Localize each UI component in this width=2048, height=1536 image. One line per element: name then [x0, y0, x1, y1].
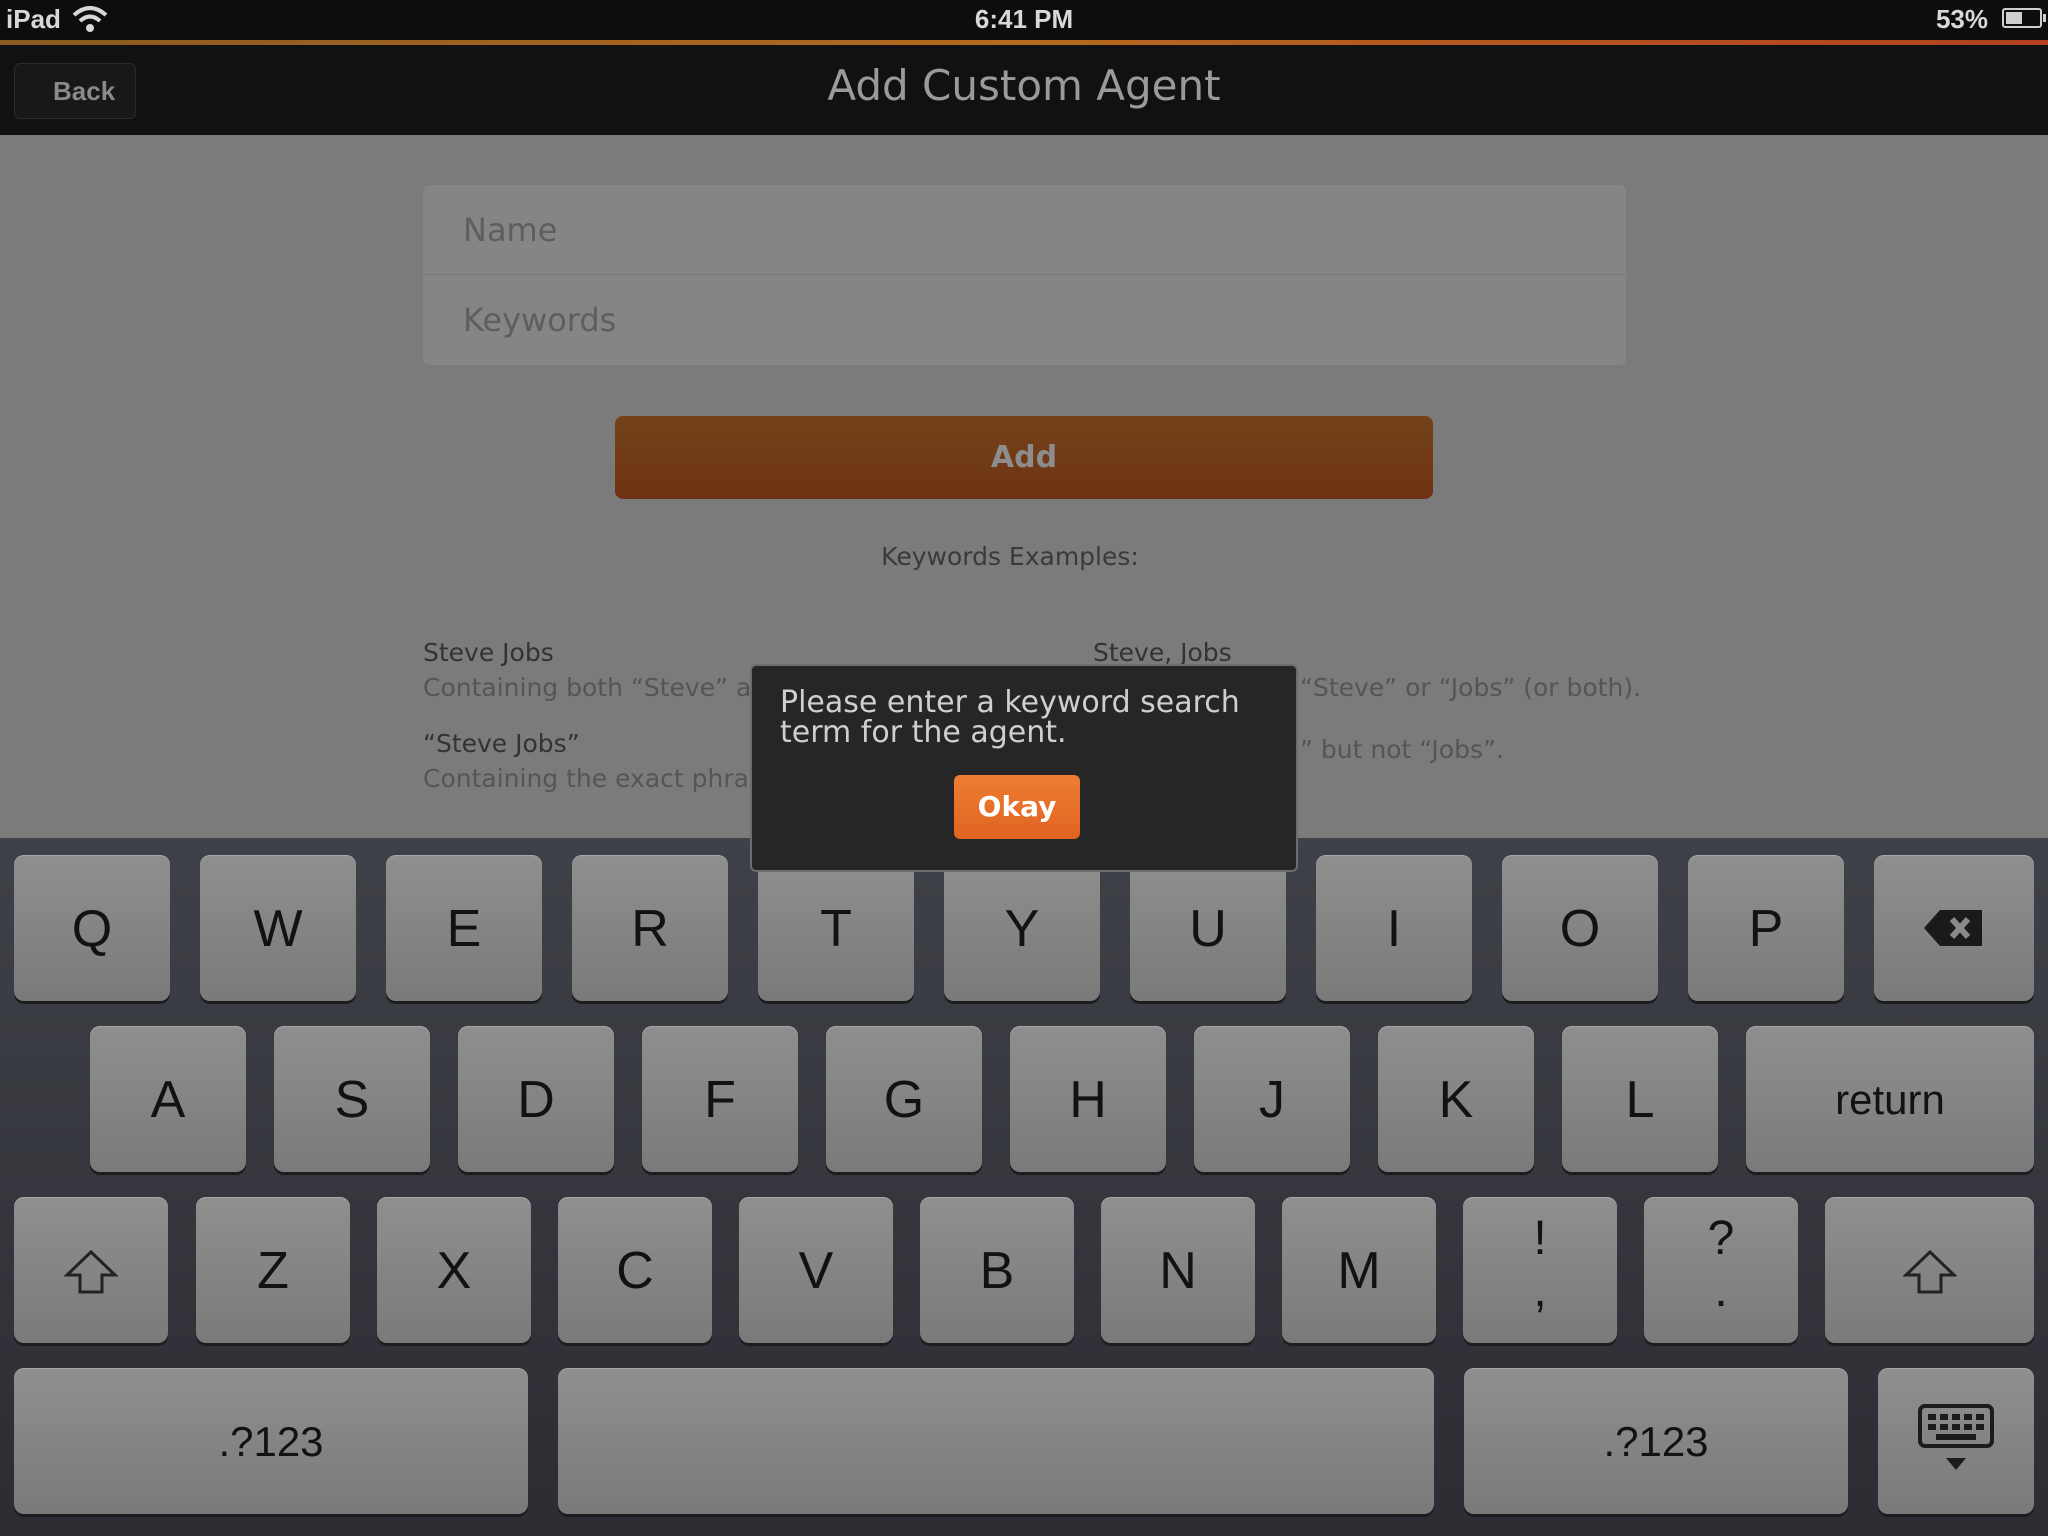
key[interactable]: D [458, 1026, 614, 1172]
keywords-field-row [423, 275, 1626, 364]
navigation-bar: Back Add Custom Agent [0, 45, 2048, 135]
dismiss-keyboard-key[interactable] [1878, 1368, 2034, 1514]
example-item: Steve Jobs Containing both “Steve” and [423, 638, 783, 702]
shift-key-right[interactable] [1825, 1197, 2034, 1343]
example-description: Containing the exact phrase [423, 764, 778, 793]
example-description: “Steve” or “Jobs” (or both). [1300, 673, 1642, 702]
okay-button[interactable]: Okay [954, 775, 1080, 839]
key[interactable]: C [558, 1197, 712, 1343]
backspace-key[interactable] [1874, 855, 2034, 1001]
on-screen-keyboard: Q W E R T Y U I O P A S D F G H J K L re… [0, 838, 2048, 1536]
key[interactable]: K [1378, 1026, 1534, 1172]
key[interactable]: X [377, 1197, 531, 1343]
name-field-row [423, 185, 1626, 275]
status-time: 6:41 PM [974, 4, 1074, 34]
key[interactable]: U [1130, 855, 1286, 1001]
keywords-input[interactable] [423, 275, 1626, 364]
numbers-key-right[interactable]: .?123 [1464, 1368, 1848, 1514]
example-item: “Steve Jobs” Containing the exact phrase [423, 729, 777, 793]
example-title: Steve, Jobs [1093, 638, 1232, 667]
key[interactable]: Z [196, 1197, 350, 1343]
keyboard-hide-icon [1918, 1404, 1994, 1470]
example-item: ” but not “Jobs”. [1300, 729, 1504, 764]
space-key[interactable] [558, 1368, 1434, 1514]
key[interactable]: M [1282, 1197, 1436, 1343]
example-title: “Steve Jobs” [423, 729, 580, 758]
key[interactable]: P [1688, 855, 1844, 1001]
key[interactable]: I [1316, 855, 1472, 1001]
return-key[interactable]: return [1746, 1026, 2034, 1172]
shift-icon [1903, 1249, 1957, 1294]
key[interactable]: J [1194, 1026, 1350, 1172]
add-button[interactable]: Add [615, 416, 1433, 499]
key[interactable]: N [1101, 1197, 1255, 1343]
page-title: Add Custom Agent [827, 61, 1221, 110]
key[interactable]: Y [944, 855, 1100, 1001]
key[interactable]: G [826, 1026, 982, 1172]
backspace-icon [1924, 910, 1982, 946]
status-bar: iPad 6:41 PM 53% [0, 0, 2048, 40]
key[interactable]: A [90, 1026, 246, 1172]
alert-message: Please enter a keyword search term for t… [780, 685, 1240, 750]
example-title: Steve Jobs [423, 638, 554, 667]
agent-form [423, 185, 1626, 365]
key[interactable]: L [1562, 1026, 1718, 1172]
key[interactable]: O [1502, 855, 1658, 1001]
key[interactable]: Q [14, 855, 170, 1001]
shift-icon [64, 1249, 118, 1294]
key[interactable]: F [642, 1026, 798, 1172]
key[interactable]: V [739, 1197, 893, 1343]
numbers-key-left[interactable]: .?123 [14, 1368, 528, 1514]
name-input[interactable] [423, 185, 1626, 274]
key[interactable]: W [200, 855, 356, 1001]
exclamation-comma-key[interactable]: ! , [1463, 1197, 1617, 1343]
key[interactable]: T [758, 855, 914, 1001]
shift-key-left[interactable] [14, 1197, 168, 1343]
key[interactable]: E [386, 855, 542, 1001]
key[interactable]: S [274, 1026, 430, 1172]
example-description: ” but not “Jobs”. [1300, 735, 1504, 764]
battery-icon [2002, 8, 2046, 28]
question-period-key[interactable]: ? . [1644, 1197, 1798, 1343]
key[interactable]: R [572, 855, 728, 1001]
alert-dialog: Please enter a keyword search term for t… [750, 664, 1298, 872]
battery-percent: 53% [1935, 4, 1988, 34]
example-description: Containing both “Steve” and [423, 673, 783, 702]
key[interactable]: B [920, 1197, 1074, 1343]
keywords-examples-heading: Keywords Examples: [881, 542, 1139, 571]
key[interactable]: H [1010, 1026, 1166, 1172]
